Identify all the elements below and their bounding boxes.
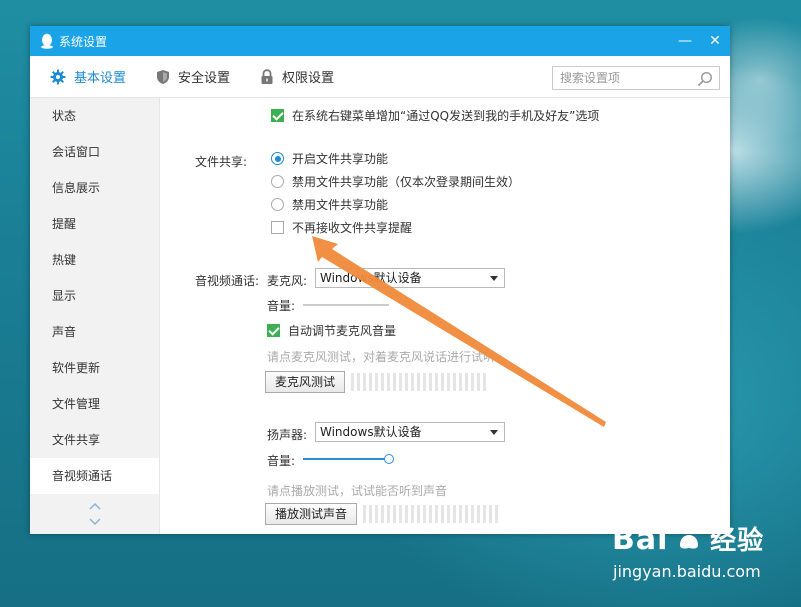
no-reminder-checkbox[interactable] (271, 221, 284, 234)
sidebar-scroll-arrows-icon[interactable] (88, 501, 102, 527)
microphone-volume-label: 音量: (267, 299, 296, 313)
minimize-button[interactable]: — (670, 26, 700, 56)
radio-disable-file-share-session-label: 禁用文件共享功能（仅本次登录期间生效） (292, 175, 521, 189)
mic-test-hint: 请点麦克风测试，对着麦克风说话进行试听 (267, 350, 496, 364)
slider-fill (303, 458, 389, 460)
tab-label: 基本设置 (74, 71, 127, 86)
search-box[interactable] (552, 66, 720, 90)
radio-disable-file-share[interactable] (271, 198, 284, 211)
chevron-down-icon (490, 276, 498, 281)
auto-adjust-mic-label: 自动调节麦克风音量 (288, 324, 397, 338)
title-bar[interactable]: 系统设置 — ✕ (30, 26, 730, 56)
sidebar-item-sound[interactable]: 声音 (30, 314, 159, 350)
search-icon[interactable] (697, 71, 713, 87)
mic-test-button[interactable]: 麦克风测试 (265, 371, 346, 393)
speaker-device-value: Windows默认设备 (320, 425, 422, 439)
settings-content: 在系统右键菜单增加“通过QQ发送到我的手机及好友”选项 文件共享: 开启文件共享… (161, 98, 730, 534)
speaker-test-button[interactable]: 播放测试声音 (265, 503, 358, 525)
context-menu-checkbox[interactable] (271, 109, 284, 122)
qq-penguin-icon (41, 33, 53, 49)
slider-knob[interactable] (384, 454, 394, 464)
radio-enable-file-share[interactable] (271, 152, 284, 165)
radio-enable-file-share-label: 开启文件共享功能 (292, 152, 389, 166)
speaker-device-select[interactable]: Windows默认设备 (315, 422, 505, 442)
radio-disable-file-share-label: 禁用文件共享功能 (292, 198, 389, 212)
close-button[interactable]: ✕ (700, 26, 730, 56)
microphone-device-value: Windows默认设备 (320, 271, 422, 285)
speaker-volume-slider[interactable] (303, 454, 394, 464)
speaker-label: 扬声器: (267, 428, 308, 442)
baidu-jingyan-watermark: Bai 经验 jingyan.baidu.com (612, 520, 765, 581)
auto-adjust-mic-checkbox[interactable] (267, 324, 280, 337)
shield-icon (157, 69, 170, 84)
gear-icon (50, 69, 66, 84)
watermark-url: jingyan.baidu.com (613, 562, 761, 581)
sidebar-item-hotkeys[interactable]: 热键 (30, 242, 159, 278)
no-reminder-label: 不再接收文件共享提醒 (292, 221, 413, 235)
mic-level-meter (351, 373, 489, 391)
context-menu-option-label: 在系统右键菜单增加“通过QQ发送到我的手机及好友”选项 (292, 109, 600, 123)
sidebar-item-chat-window[interactable]: 会话窗口 (30, 134, 159, 170)
av-call-section-label: 音视频通话: (195, 274, 260, 288)
sidebar-item-file-management[interactable]: 文件管理 (30, 386, 159, 422)
settings-window: 系统设置 — ✕ 基本设置 安全设置 权限设置 搜索设置项 状态 会话窗口 信息… (30, 26, 730, 534)
lock-icon (261, 68, 273, 84)
sidebar-item-info-display[interactable]: 信息展示 (30, 170, 159, 206)
microphone-device-select[interactable]: Windows默认设备 (315, 268, 505, 288)
tab-security-settings[interactable]: 安全设置 (156, 67, 230, 86)
watermark-brand-suffix: 经验 (710, 526, 765, 556)
sidebar-item-av-call[interactable]: 音视频通话 (30, 458, 159, 494)
sidebar-item-display[interactable]: 显示 (30, 278, 159, 314)
speaker-test-hint: 请点播放测试，试试能否听到声音 (267, 484, 448, 498)
microphone-label: 麦克风: (267, 274, 308, 288)
speaker-level-meter (363, 505, 501, 523)
tab-permission-settings[interactable]: 权限设置 (260, 67, 334, 86)
chevron-down-icon (490, 430, 498, 435)
window-title: 系统设置 (59, 34, 108, 49)
speaker-volume-label: 音量: (267, 454, 296, 468)
sidebar-item-software-update[interactable]: 软件更新 (30, 350, 159, 386)
microphone-volume-slider[interactable] (303, 304, 389, 306)
settings-tabs: 基本设置 安全设置 权限设置 (30, 56, 730, 98)
tab-label: 安全设置 (178, 71, 231, 86)
sidebar: 状态 会话窗口 信息展示 提醒 热键 显示 声音 软件更新 文件管理 文件共享 … (30, 98, 160, 534)
sidebar-item-status[interactable]: 状态 (30, 98, 159, 134)
radio-disable-file-share-session[interactable] (271, 175, 284, 188)
file-share-section-label: 文件共享: (195, 155, 248, 169)
paw-logo-icon (678, 522, 701, 549)
sidebar-item-reminders[interactable]: 提醒 (30, 206, 159, 242)
tab-basic-settings[interactable]: 基本设置 (50, 67, 126, 86)
tab-label: 权限设置 (282, 71, 335, 86)
watermark-brand: Bai (612, 522, 669, 557)
sidebar-item-file-sharing[interactable]: 文件共享 (30, 422, 159, 458)
search-input[interactable] (560, 71, 690, 85)
